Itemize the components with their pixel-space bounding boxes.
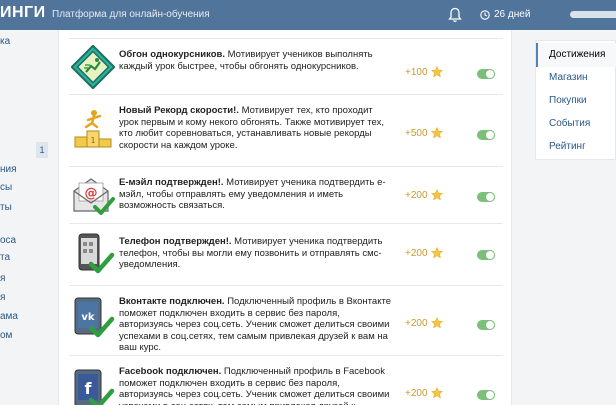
email-check-icon: @ [73, 178, 115, 215]
left-nav-item[interactable]: ния [0, 164, 17, 175]
achievements-panel: Обгон однокурсников. Мотивирует учеников… [58, 30, 512, 405]
svg-text:@: @ [85, 186, 98, 201]
points-value: +500 [405, 127, 428, 139]
achievement-title: E-мэйл подтвержден!. [119, 177, 224, 188]
achievement-text: Телефон подтвержден!. Мотивирует ученика… [119, 236, 391, 271]
left-nav-item[interactable]: та [0, 252, 10, 263]
achievement-toggle[interactable] [477, 390, 495, 400]
achievement-row: @ E-мэйл подтвержден!. Мотивирует ученик… [69, 166, 503, 223]
achievement-points: +200 [405, 189, 443, 201]
achievement-text: Вконтакте подключен. Подключенный профил… [119, 296, 391, 354]
right-nav-achievements[interactable]: Достижения [536, 43, 616, 67]
achievement-title: Вконтакте подключен. [119, 296, 225, 307]
bell-icon[interactable] [448, 7, 462, 23]
right-nav: Достижения Магазин Покупки События Рейти… [535, 40, 616, 160]
achievement-title: Телефон подтвержден!. [119, 236, 232, 247]
left-nav: ка 1 ния сы ты оса та я я ама ом [0, 30, 48, 405]
overtake-icon [71, 45, 115, 89]
achievement-toggle[interactable] [477, 192, 495, 202]
star-icon [430, 189, 443, 201]
achievement-title: Новый Рекорд скорости!. [119, 105, 239, 116]
vk-check-icon: vk [74, 297, 115, 338]
achievement-points: +500 [405, 127, 443, 139]
achievement-title: Обгон однокурсников. [119, 49, 226, 60]
achievement-points: +100 [405, 66, 443, 78]
left-nav-item[interactable]: оса [0, 235, 16, 246]
achievement-toggle[interactable] [477, 69, 495, 79]
achievement-row: Телефон подтвержден!. Мотивирует ученика… [69, 223, 503, 285]
points-value: +100 [405, 66, 428, 78]
points-value: +200 [405, 189, 428, 201]
achievement-text: Facebook подключен. Подключенный профиль… [119, 366, 391, 405]
svg-text:1: 1 [90, 136, 95, 145]
achievement-points: +200 [405, 387, 443, 399]
star-icon [430, 387, 443, 399]
star-icon [430, 317, 443, 329]
star-icon [430, 247, 443, 259]
achievement-text: E-мэйл подтвержден!. Мотивирует ученика … [119, 177, 391, 212]
points-value: +200 [405, 317, 428, 329]
left-nav-item[interactable]: сы [0, 182, 12, 193]
achievement-points: +200 [405, 317, 443, 329]
achievement-toggle[interactable] [477, 130, 495, 140]
right-nav-rating[interactable]: Рейтинг [536, 135, 616, 159]
achievement-toggle[interactable] [477, 250, 495, 260]
achievement-row: f Facebook подключен. Подключенный профи… [69, 355, 503, 405]
left-nav-item[interactable]: я [0, 292, 5, 303]
achievement-title: Facebook подключен. [119, 366, 222, 377]
svg-text:vk: vk [81, 312, 95, 323]
clock-icon [480, 9, 490, 20]
achievement-row: Обгон однокурсников. Мотивирует учеников… [69, 38, 503, 94]
right-nav-purchases[interactable]: Покупки [536, 89, 616, 113]
right-nav-events[interactable]: События [536, 112, 616, 136]
achievement-row: 1 Новый Рекорд скорости!. Мотивирует тех… [69, 94, 503, 166]
points-value: +200 [405, 247, 428, 259]
achievement-text: Новый Рекорд скорости!. Мотивирует тех, … [119, 105, 391, 151]
star-icon [430, 66, 443, 78]
svg-text:f: f [85, 379, 93, 398]
achievement-text: Обгон однокурсников. Мотивирует учеников… [119, 49, 391, 72]
star-icon [430, 127, 443, 139]
facebook-check-icon: f [74, 369, 115, 405]
podium-icon: 1 [74, 110, 112, 148]
top-bar: ИНГИ Платформа для онлайн-обучения 26 дн… [0, 0, 616, 30]
user-menu[interactable] [570, 11, 616, 18]
nav-count-badge: 1 [36, 142, 48, 158]
left-nav-item[interactable]: ама [0, 311, 18, 322]
achievement-points: +200 [405, 247, 443, 259]
app-tagline: Платформа для онлайн-обучения [52, 9, 210, 20]
left-nav-item[interactable]: ка [0, 36, 10, 47]
points-value: +200 [405, 387, 428, 399]
app-logo[interactable]: ИНГИ [0, 4, 46, 22]
left-nav-item[interactable]: ом [0, 330, 12, 341]
phone-check-icon [78, 233, 115, 274]
right-nav-shop[interactable]: Магазин [536, 66, 616, 90]
left-nav-item[interactable]: я [0, 273, 5, 284]
achievement-toggle[interactable] [477, 320, 495, 330]
subscription-days[interactable]: 26 дней [480, 9, 530, 20]
achievement-row: vk Вконтакте подключен. Подключенный про… [69, 285, 503, 355]
left-nav-item[interactable]: ты [0, 202, 12, 213]
days-label: 26 дней [494, 9, 531, 20]
